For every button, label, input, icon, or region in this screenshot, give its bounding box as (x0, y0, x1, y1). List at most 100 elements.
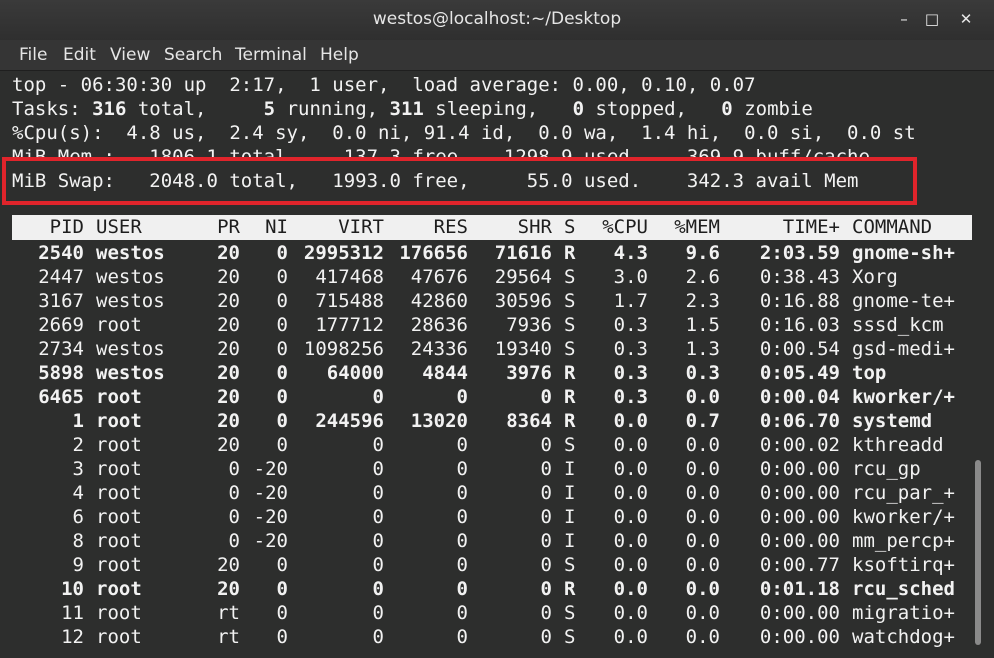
cell-pid: 3 (72, 458, 84, 480)
cell-res: 28636 (410, 314, 468, 336)
cell-mem: 9.6 (685, 242, 720, 264)
cell-command: kthreadd (852, 434, 944, 456)
cell-ni: -20 (253, 530, 288, 552)
col-user: USER (96, 216, 142, 238)
cell-ni: 0 (276, 362, 288, 384)
table-row: 3167 westos 20 0 715488 42860 30596 S 1.7 2.3 0:16… (12, 289, 972, 313)
cell-shr: 29564 (494, 266, 552, 288)
window-titlebar[interactable]: westos@localhost:~/Desktop – □ ✕ (0, 0, 994, 40)
cell-pid: 3167 (38, 290, 84, 312)
menu-terminal[interactable]: Terminal (235, 45, 307, 65)
minimize-icon[interactable]: – (893, 8, 915, 30)
cell-virt: 715488 (315, 290, 384, 312)
cell-pr: 20 (217, 266, 240, 288)
cell-user: westos (96, 290, 165, 312)
maximize-icon[interactable]: □ (921, 8, 943, 30)
cell-pr: 20 (217, 314, 240, 336)
cell-shr: 0 (540, 578, 552, 600)
cell-pid: 8 (72, 530, 84, 552)
cell-user: root (96, 386, 142, 408)
cell-cpu: 0.0 (613, 506, 648, 528)
cell-command: top (852, 362, 887, 384)
cell-command: kworker/+ (852, 386, 955, 408)
cell-mem: 1.3 (685, 338, 720, 360)
cell-res: 0 (456, 530, 468, 552)
cell-cpu: 0.0 (613, 602, 648, 624)
menu-file[interactable]: File (19, 45, 47, 65)
col-virt: VIRT (338, 216, 384, 238)
tasks-total-text: total, (126, 98, 241, 120)
cell-state: S (564, 290, 576, 312)
cell-user: root (96, 554, 142, 576)
cell-res: 0 (456, 386, 468, 408)
cell-cpu: 0.3 (613, 314, 648, 336)
cell-mem: 0.0 (685, 602, 720, 624)
cell-cpu: 0.0 (613, 458, 648, 480)
cell-state: I (564, 506, 576, 528)
cell-res: 24336 (410, 338, 468, 360)
cell-virt: 64000 (326, 362, 384, 384)
tasks-line: Tasks: 316 total, 5 running, 311 sleepin… (12, 97, 813, 121)
cell-ni: 0 (276, 314, 288, 336)
cell-pid: 2540 (38, 242, 84, 264)
cell-command: systemd (852, 410, 933, 432)
cell-shr: 0 (540, 434, 552, 456)
cpu-line: %Cpu(s): 4.8 us, 2.4 sy, 0.0 ni, 91.4 id… (12, 122, 916, 144)
cell-pid: 2 (72, 434, 84, 456)
cell-user: westos (96, 266, 165, 288)
menu-search[interactable]: Search (164, 45, 222, 65)
cell-state: R (564, 242, 576, 264)
cell-ni: -20 (253, 482, 288, 504)
cell-res: 0 (456, 578, 468, 600)
cell-ni: 0 (276, 602, 288, 624)
cell-res: 0 (456, 626, 468, 648)
cell-res: 0 (456, 602, 468, 624)
scrollbar-thumb[interactable] (975, 460, 981, 645)
cell-pid: 9 (72, 554, 84, 576)
close-icon[interactable]: ✕ (955, 8, 977, 30)
cell-pr: 20 (217, 554, 240, 576)
cell-ni: 0 (276, 290, 288, 312)
col-pr: PR (217, 216, 240, 238)
cell-command: kworker/+ (852, 506, 955, 528)
cell-pr: 20 (217, 338, 240, 360)
cell-res: 47676 (410, 266, 468, 288)
cell-pid: 6465 (38, 386, 84, 408)
cell-time: 0:01.18 (759, 578, 840, 600)
tasks-sleeping: 311 (389, 98, 424, 120)
cell-ni: 0 (276, 242, 288, 264)
cell-cpu: 4.3 (613, 242, 648, 264)
cell-state: S (564, 602, 576, 624)
cell-pid: 12 (61, 626, 84, 648)
cell-pr: 0 (228, 506, 240, 528)
menu-view[interactable]: View (110, 45, 150, 65)
cell-user: root (96, 530, 142, 552)
cell-user: root (96, 578, 142, 600)
cell-virt: 0 (372, 554, 384, 576)
cell-pr: 20 (217, 386, 240, 408)
cell-user: westos (96, 242, 165, 264)
table-row: 1 root 20 0 244596 13020 8364 R 0.0 0.7 0:06.70 sys… (12, 409, 972, 433)
cell-pr: 20 (217, 578, 240, 600)
cell-mem: 0.0 (685, 530, 720, 552)
cell-virt: 0 (372, 386, 384, 408)
cell-cpu: 0.0 (613, 554, 648, 576)
cell-virt: 0 (372, 602, 384, 624)
cell-command: migratio+ (852, 602, 955, 624)
table-row: 6465 root 20 0 0 0 0 R 0.3 0.0 0:00.04 kworker/+ (12, 385, 972, 409)
cell-user: root (96, 410, 142, 432)
cell-virt: 0 (372, 434, 384, 456)
cell-command: mm_percp+ (852, 530, 955, 552)
cell-pr: 0 (228, 458, 240, 480)
cell-cpu: 0.0 (613, 434, 648, 456)
cell-virt: 2995312 (303, 242, 384, 264)
cell-user: root (96, 434, 142, 456)
cell-pr: rt (217, 602, 240, 624)
menu-edit[interactable]: Edit (63, 45, 96, 65)
cell-state: I (564, 482, 576, 504)
cell-time: 0:00.00 (759, 458, 840, 480)
cell-state: S (564, 626, 576, 648)
menu-help[interactable]: Help (320, 45, 359, 65)
cell-time: 0:00.00 (759, 506, 840, 528)
cell-res: 0 (456, 506, 468, 528)
